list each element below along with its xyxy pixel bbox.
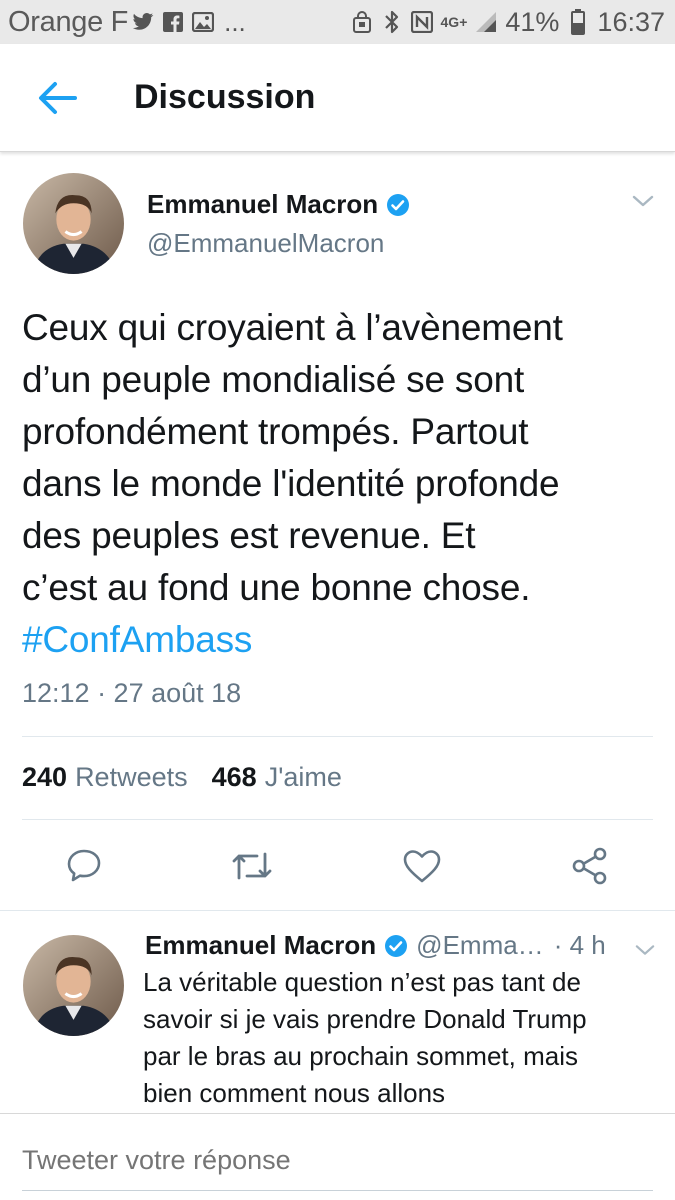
reply-header: Emmanuel Macron @Emma… · 4 h [145,930,606,961]
divider [0,910,675,911]
more-notifications: ... [224,6,246,37]
status-notification-icons: ... [132,7,246,38]
chevron-down-icon [635,945,655,955]
reply-icon [67,849,101,882]
retweet-icon [232,852,272,880]
profile-photo [23,935,124,1036]
reply-time: · 4 h [553,930,606,960]
author-name[interactable]: Emmanuel Macron [147,189,378,220]
likes-label: J'aime [264,762,342,792]
likes-stat[interactable]: 468 J'aime [212,762,342,793]
hashtag-link[interactable]: #ConfAmbass [22,614,662,666]
reply-text-line: savoir si je vais prendre Donald Trump [143,1004,587,1034]
battery-percentage: 41% [505,6,560,37]
clock: 16:37 [597,6,665,37]
retweets-label: Retweets [75,762,188,792]
reply-text-line: par le bras au prochain sommet, mais [143,1041,578,1071]
share-button[interactable] [568,844,612,888]
tweet-actions [0,838,675,894]
likes-count: 468 [211,762,257,792]
status-system-icons: 4G+ 41% 16:37 [351,7,665,38]
tweet-stats: 240 Retweets 468 J'aime [22,762,342,793]
tweet-text-line: Ceux qui croyaient à l’avènement [22,307,563,348]
tweet-text-line: profondément trompés. Partout [22,411,529,452]
tweet-text-line: dans le monde l'identité profonde [22,463,560,504]
reply-input[interactable] [22,1140,653,1180]
divider [22,736,653,737]
share-icon [572,847,607,885]
retweets-count: 240 [22,762,68,792]
nfc-icon [410,11,433,33]
retweet-button[interactable] [230,844,274,888]
verified-badge-icon [386,193,410,217]
verified-badge-icon [384,934,408,958]
reply-text-line: La véritable question n’est pas tant de [143,967,581,997]
tweet-timestamp: 12:12 · 27 août 18 [22,678,242,708]
reply-button[interactable] [62,844,106,888]
input-underline [22,1190,653,1191]
like-icon [403,850,441,883]
lock-icon [351,11,373,33]
carrier-name: Orange F [8,5,129,38]
tweet-text-line: c’est au fond une bonne chose. [22,567,531,608]
author-avatar[interactable] [23,173,124,274]
like-button[interactable] [400,844,444,888]
bluetooth-icon [381,10,403,34]
tweet-text: Ceux qui croyaient à l’avènement d’un pe… [22,302,662,666]
reply-menu-button[interactable] [632,940,658,960]
chevron-down-icon [632,195,654,207]
tweet-text-line: des peuples est revenue. Et [22,515,476,556]
reply-author-name[interactable]: Emmanuel Macron [145,930,376,961]
tweet-text-line: d’un peuple mondialisé se sont [22,359,525,400]
author-handle[interactable]: @EmmanuelMacron [147,228,384,259]
reply-composer [0,1113,675,1200]
profile-photo [23,173,124,274]
status-bar: Orange F ... 4G+ 41% 16:37 [0,0,675,44]
image-icon [192,11,215,33]
tweet-menu-button[interactable] [630,191,656,211]
back-arrow-icon [39,81,77,114]
signal-icon [475,11,497,33]
battery-icon [567,9,589,35]
facebook-icon [162,11,184,33]
reply-text[interactable]: La véritable question n’est pas tant de … [143,964,653,1112]
author-info: Emmanuel Macron [147,189,410,220]
network-type: 4G+ [440,14,468,30]
reply-author-avatar[interactable] [23,935,124,1036]
reply-author-handle[interactable]: @Emma… [416,930,544,961]
twitter-icon [132,11,154,33]
page-title: Discussion [134,78,316,116]
back-button[interactable] [36,77,78,119]
retweets-stat[interactable]: 240 Retweets [22,762,188,793]
app-bar: Discussion [0,44,675,152]
reply-text-line: bien comment nous allons [143,1078,446,1108]
divider [22,819,653,820]
